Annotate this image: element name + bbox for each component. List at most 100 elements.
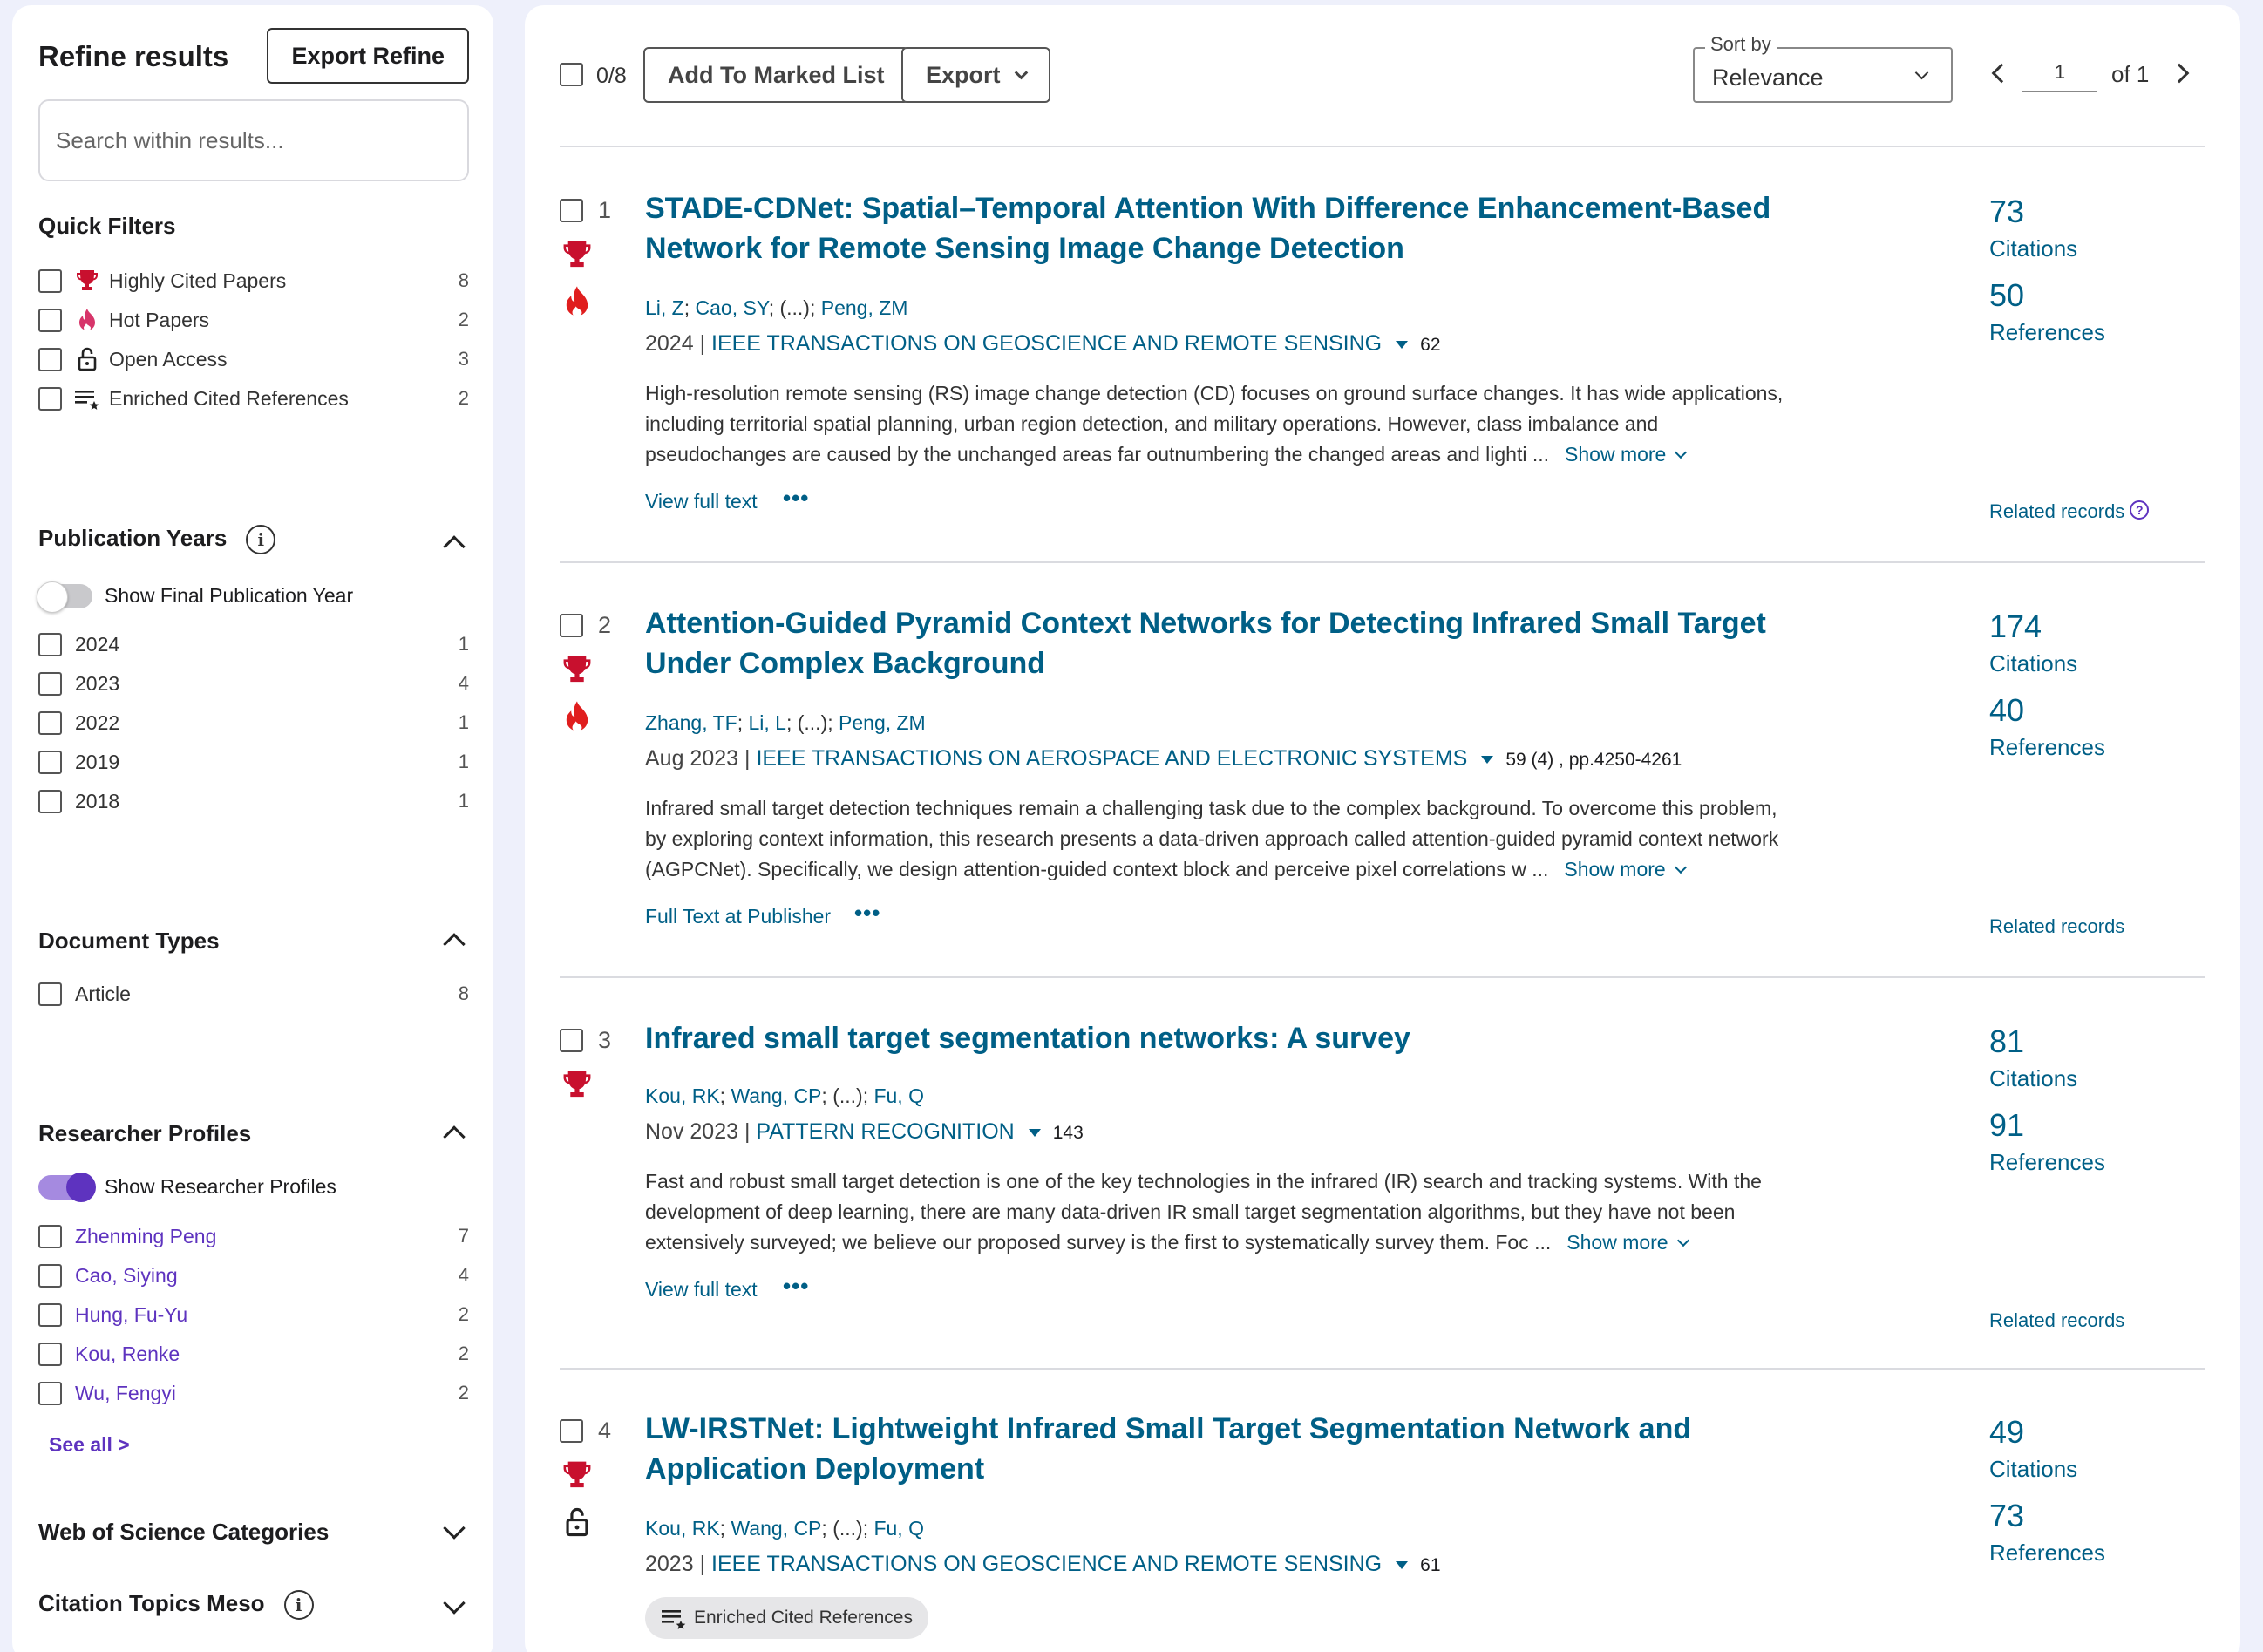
- more-options-icon[interactable]: •••: [854, 900, 880, 927]
- export-refine-button[interactable]: Export Refine: [267, 28, 469, 84]
- record-checkbox[interactable]: [560, 1419, 583, 1443]
- references-count[interactable]: 50: [1989, 277, 2024, 314]
- citations-count[interactable]: 49: [1989, 1414, 2024, 1451]
- researcher-link[interactable]: Cao, Siying: [75, 1264, 178, 1288]
- record-title-link[interactable]: STADE-CDNet: Spatial–Temporal Attention …: [645, 188, 1813, 269]
- add-to-marked-list-button[interactable]: Add To Marked List: [643, 47, 909, 103]
- checkbox[interactable]: [38, 1381, 62, 1405]
- researcher-profiles-toggle[interactable]: [38, 1173, 96, 1202]
- author-ellipsis[interactable]: (...): [779, 296, 810, 319]
- author-link[interactable]: Wang, CP: [731, 1517, 821, 1540]
- filter-document-type[interactable]: Article 8: [38, 976, 469, 1011]
- chevron-up-icon[interactable]: [443, 933, 466, 955]
- checkbox[interactable]: [38, 1342, 62, 1366]
- record-checkbox[interactable]: [560, 1029, 583, 1052]
- checkbox[interactable]: [38, 1302, 62, 1327]
- help-icon[interactable]: ?: [2130, 500, 2150, 520]
- chevron-up-icon[interactable]: [443, 535, 466, 558]
- checkbox[interactable]: [38, 347, 62, 371]
- filter-researcher[interactable]: Zhenming Peng 7: [38, 1219, 469, 1254]
- filter-year[interactable]: 2018 1: [38, 784, 469, 819]
- checkbox[interactable]: [38, 710, 62, 735]
- related-records-link[interactable]: Related records: [1989, 1309, 2124, 1332]
- citations-label[interactable]: Citations: [1989, 1456, 2077, 1483]
- wos-categories-title[interactable]: Web of Science Categories: [38, 1519, 329, 1546]
- references-label[interactable]: References: [1989, 1149, 2105, 1176]
- citations-label[interactable]: Citations: [1989, 650, 2077, 677]
- enriched-cited-references-badge[interactable]: Enriched Cited References: [645, 1597, 928, 1639]
- author-ellipsis[interactable]: (...): [832, 1517, 863, 1540]
- sort-by-select[interactable]: Sort by Relevance: [1693, 33, 1953, 103]
- journal-link[interactable]: IEEE TRANSACTIONS ON GEOSCIENCE AND REMO…: [711, 1552, 1382, 1576]
- chevron-down-icon[interactable]: [443, 1517, 466, 1540]
- next-page-icon[interactable]: [2169, 63, 2190, 84]
- filter-researcher[interactable]: Cao, Siying 4: [38, 1258, 469, 1293]
- filter-year[interactable]: 2022 1: [38, 705, 469, 740]
- checkbox[interactable]: [38, 982, 62, 1006]
- references-label[interactable]: References: [1989, 1540, 2105, 1567]
- citations-label[interactable]: Citations: [1989, 1065, 2077, 1092]
- author-link[interactable]: Li, Z: [645, 296, 684, 319]
- select-all-checkbox[interactable]: [560, 63, 583, 86]
- references-count[interactable]: 73: [1989, 1498, 2024, 1534]
- record-title-link[interactable]: Attention-Guided Pyramid Context Network…: [645, 603, 1813, 683]
- export-dropdown-button[interactable]: Export: [901, 47, 1050, 103]
- checkbox[interactable]: [38, 1224, 62, 1248]
- researcher-link[interactable]: Hung, Fu-Yu: [75, 1303, 187, 1327]
- journal-link[interactable]: PATTERN RECOGNITION: [756, 1119, 1014, 1144]
- author-link[interactable]: Peng, ZM: [839, 711, 926, 734]
- author-link[interactable]: Cao, SY: [696, 296, 769, 319]
- references-label[interactable]: References: [1989, 734, 2105, 761]
- info-icon[interactable]: i: [283, 1590, 314, 1621]
- filter-researcher[interactable]: Kou, Renke 2: [38, 1336, 469, 1371]
- checkbox[interactable]: [38, 750, 62, 774]
- chevron-down-icon[interactable]: [443, 1592, 466, 1615]
- author-link[interactable]: Zhang, TF: [645, 711, 737, 734]
- checkbox[interactable]: [38, 308, 62, 332]
- citations-count[interactable]: 81: [1989, 1023, 2024, 1060]
- filter-researcher[interactable]: Hung, Fu-Yu 2: [38, 1297, 469, 1332]
- references-label[interactable]: References: [1989, 319, 2105, 346]
- author-link[interactable]: Fu, Q: [873, 1084, 924, 1107]
- full-text-at-publisher-link[interactable]: Full Text at Publisher: [645, 905, 831, 928]
- view-full-text-link[interactable]: View full text: [645, 490, 758, 513]
- related-records-link[interactable]: Related records: [1989, 915, 2124, 938]
- show-more-link[interactable]: Show more: [1566, 1231, 1687, 1254]
- filter-open-access[interactable]: Open Access 3: [38, 342, 469, 377]
- filter-year[interactable]: 2024 1: [38, 627, 469, 662]
- filter-enriched-cited-references[interactable]: Enriched Cited References 2: [38, 381, 469, 416]
- search-within-results-input[interactable]: [38, 99, 469, 181]
- previous-page-icon[interactable]: [1991, 63, 2012, 84]
- page-number-input[interactable]: [2022, 54, 2097, 92]
- record-title-link[interactable]: LW-IRSTNet: Lightweight Infrared Small T…: [645, 1409, 1813, 1489]
- checkbox[interactable]: [38, 386, 62, 411]
- checkbox[interactable]: [38, 632, 62, 656]
- author-link[interactable]: Wang, CP: [731, 1084, 821, 1107]
- author-link[interactable]: Kou, RK: [645, 1084, 720, 1107]
- see-all-researchers-link[interactable]: See all >: [49, 1433, 130, 1457]
- journal-link[interactable]: IEEE TRANSACTIONS ON GEOSCIENCE AND REMO…: [711, 331, 1382, 356]
- citation-topics-title[interactable]: Citation Topics Meso i: [38, 1590, 314, 1621]
- show-more-link[interactable]: Show more: [1564, 858, 1684, 880]
- checkbox[interactable]: [38, 789, 62, 813]
- more-options-icon[interactable]: •••: [783, 1273, 809, 1300]
- citations-label[interactable]: Citations: [1989, 235, 2077, 262]
- caret-down-icon[interactable]: [1396, 1560, 1409, 1569]
- author-link[interactable]: Li, L: [748, 711, 785, 734]
- show-more-link[interactable]: Show more: [1565, 443, 1685, 466]
- record-checkbox[interactable]: [560, 199, 583, 222]
- researcher-link[interactable]: Zhenming Peng: [75, 1225, 216, 1248]
- author-link[interactable]: Kou, RK: [645, 1517, 720, 1540]
- view-full-text-link[interactable]: View full text: [645, 1278, 758, 1302]
- publication-years-title[interactable]: Publication Years i: [38, 525, 276, 555]
- filter-hot-papers[interactable]: Hot Papers 2: [38, 303, 469, 337]
- info-icon[interactable]: i: [246, 525, 276, 555]
- citations-count[interactable]: 73: [1989, 194, 2024, 230]
- filter-year[interactable]: 2023 4: [38, 666, 469, 701]
- journal-link[interactable]: IEEE TRANSACTIONS ON AEROSPACE AND ELECT…: [756, 746, 1467, 771]
- filter-year[interactable]: 2019 1: [38, 744, 469, 779]
- record-checkbox[interactable]: [560, 614, 583, 637]
- researcher-link[interactable]: Kou, Renke: [75, 1343, 180, 1366]
- references-count[interactable]: 40: [1989, 692, 2024, 729]
- final-publication-year-toggle[interactable]: [37, 581, 92, 613]
